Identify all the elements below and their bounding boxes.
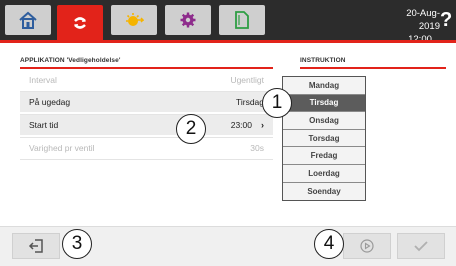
back-button[interactable] (12, 233, 60, 259)
red-arrows-icon (74, 16, 86, 29)
duration-value: 30s (250, 143, 264, 153)
interval-value: Ugentligt (230, 75, 264, 85)
row-divider (20, 159, 273, 160)
day-option-soenday[interactable]: Soenday (283, 182, 365, 201)
checkmark-icon (414, 241, 428, 252)
callout-4: 4 (314, 229, 344, 259)
setting-row-start-time[interactable]: Start tid 23:00 › (20, 115, 273, 135)
weekday-value: Tirsdag (235, 97, 264, 107)
day-option-torsdag[interactable]: Torsdag (283, 129, 365, 148)
tab-settings[interactable] (165, 5, 211, 35)
application-divider (20, 67, 273, 69)
weekday-list: Mandag Tirsdag Onsdag Torsdag Fredag Loe… (282, 76, 366, 202)
home-icon (19, 11, 37, 29)
tab-home[interactable] (5, 5, 51, 35)
run-button[interactable] (343, 233, 391, 259)
day-option-loerdag[interactable]: Loerdag (283, 164, 365, 183)
application-title: APPLIKATION 'Vedligeholdelse' (20, 57, 121, 64)
day-option-mandag[interactable]: Mandag (283, 77, 365, 95)
chevron-right-icon: › (261, 120, 264, 130)
gear-icon (180, 12, 196, 28)
weekday-label: På ugedag (29, 97, 71, 107)
callout-2: 2 (176, 114, 206, 144)
setting-row-interval: Interval Ugentligt (20, 70, 273, 90)
confirm-button[interactable] (397, 233, 445, 259)
play-icon (360, 239, 374, 253)
callout-1: 1 (262, 88, 292, 118)
tab-maintenance[interactable] (57, 5, 103, 40)
help-button[interactable]: ? (440, 9, 452, 32)
start-time-value: 23:00 (230, 120, 252, 130)
top-bar: 20-Aug-2019 12:00 ? (0, 0, 456, 45)
date-text: 20-Aug-2019 (406, 8, 440, 32)
accent-line (0, 40, 456, 43)
day-option-fredag[interactable]: Fredag (283, 147, 365, 165)
instruction-title: INSTRUKTION (300, 57, 346, 64)
instruction-divider (300, 67, 446, 69)
callout-3: 3 (62, 229, 92, 259)
day-option-onsdag[interactable]: Onsdag (283, 112, 365, 130)
document-icon (235, 11, 249, 29)
interval-label: Interval (29, 75, 57, 85)
day-option-tirsdag[interactable]: Tirsdag (283, 94, 365, 113)
tab-sun[interactable] (111, 5, 157, 35)
sun-icon (126, 13, 144, 26)
setting-row-weekday[interactable]: På ugedag Tirsdag (20, 92, 273, 112)
exit-icon (28, 239, 43, 253)
tab-documents[interactable] (219, 5, 265, 35)
duration-label: Varighed pr ventil (29, 143, 95, 153)
setting-row-duration: Varighed pr ventil 30s (20, 138, 273, 158)
